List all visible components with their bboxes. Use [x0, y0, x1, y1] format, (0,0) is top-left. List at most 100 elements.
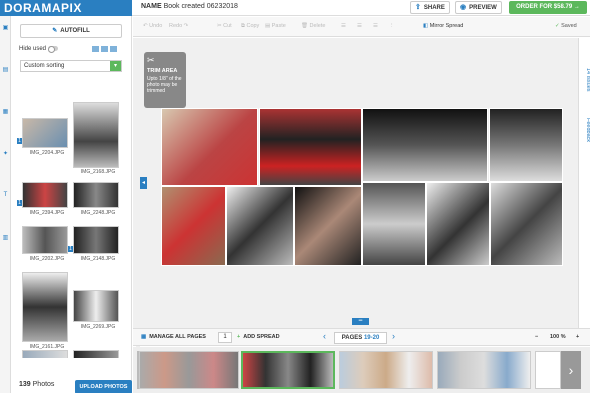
share-button[interactable]: ⇪ SHARE	[410, 1, 450, 14]
magic-wand-icon: ✎	[52, 28, 58, 34]
spread-photo[interactable]	[490, 182, 563, 266]
align-right-icon[interactable]: ☰	[373, 23, 378, 29]
eye-icon: ◉	[460, 4, 467, 11]
autofill-button[interactable]: ✎ AUTOFILL	[20, 24, 122, 38]
photo-image	[22, 226, 68, 254]
toggle-switch[interactable]	[48, 46, 59, 53]
photo-count: 139 Photos	[19, 381, 55, 388]
photo-filename: IMG_2202.JPG	[29, 256, 65, 262]
page-filmstrip: ‹ ›	[133, 347, 590, 393]
chevron-left-icon[interactable]: ‹	[323, 331, 326, 341]
spread-photo[interactable]	[161, 108, 258, 186]
spread-photo[interactable]	[489, 108, 563, 182]
chevron-right-icon[interactable]: ›	[392, 331, 395, 341]
resize-handle[interactable]: ═	[352, 318, 369, 325]
chevron-down-icon: ▾	[110, 61, 121, 71]
copy-button[interactable]: ⧉ Copy	[241, 23, 259, 30]
editor-toolbar: ↶ Undo Redo ↷ ✂ Cut ⧉ Copy ▤ Paste 🗑 Del…	[133, 17, 590, 37]
align-left-icon[interactable]: ☰	[341, 23, 346, 29]
chevron-left-icon[interactable]: ◂	[140, 177, 147, 189]
align-center-icon[interactable]: ☰	[357, 23, 362, 29]
photo-image	[22, 272, 68, 342]
page-thumbnail[interactable]	[535, 351, 561, 389]
manage-all-pages-button[interactable]: ▦ MANAGE ALL PAGES	[141, 334, 206, 340]
photo-image	[73, 226, 119, 254]
photo-image	[73, 350, 119, 358]
spread-photo[interactable]	[362, 108, 488, 182]
paste-button[interactable]: ▤ Paste	[265, 23, 286, 29]
feedback-tab[interactable]: Feedback	[579, 118, 590, 142]
upload-photos-button[interactable]: UPLOAD PHOTOS	[75, 380, 132, 393]
backgrounds-icon[interactable]: ▦	[0, 108, 11, 115]
saved-status: ✓ Saved	[555, 23, 577, 29]
sort-select[interactable]: Custom sorting ▾	[20, 60, 122, 72]
book-name[interactable]: NAME Book created 06232018	[141, 3, 238, 10]
scissors-icon: ✂	[147, 55, 155, 65]
grid-icon: ▦	[141, 334, 147, 340]
spread-photo[interactable]	[226, 186, 294, 266]
book-name-value[interactable]: Book created 06232018	[164, 3, 238, 10]
photo-image	[73, 182, 119, 208]
photo-thumbnail-list: 1 IMG_2204.JPG IMG_2168.JPG 1 IMG_2394.J…	[11, 78, 131, 358]
spread-photo[interactable]	[362, 182, 426, 266]
page-thumbnail-selected[interactable]	[241, 351, 335, 389]
hide-used-toggle[interactable]: Hide used	[19, 46, 59, 53]
small-grid-icon[interactable]	[101, 46, 108, 52]
spread-photo[interactable]	[259, 108, 362, 186]
text-icon[interactable]: T	[0, 192, 11, 198]
photo-filename: IMG_2168.JPG	[80, 169, 116, 175]
share-icon: ⇪	[415, 4, 421, 11]
layouts-icon[interactable]: ▤	[0, 66, 11, 73]
zoom-level: 100 %	[550, 334, 566, 340]
photos-icon[interactable]: ▣	[0, 24, 11, 31]
trim-area-tooltip: ✂ TRIM AREA Upto 1/8" of the photo may b…	[144, 52, 186, 108]
mirror-spread-button[interactable]: ◧ Mirror Spread	[423, 23, 463, 29]
page-thumbnail[interactable]	[139, 351, 239, 389]
undo-button[interactable]: ↶ Undo	[143, 23, 162, 29]
photo-filename: IMG_2248.JPG	[80, 210, 116, 216]
usage-count-badge: 1	[17, 200, 22, 206]
usage-count-badge: 1	[68, 246, 73, 252]
top-header: DORAMAPIX NAME Book created 06232018 ⇪ SH…	[0, 0, 590, 16]
book-name-label: NAME	[141, 3, 162, 10]
page-thumbnail[interactable]	[339, 351, 433, 389]
photo-image	[73, 102, 119, 168]
page-thumbnail[interactable]	[437, 351, 531, 389]
spread-photo[interactable]	[161, 186, 226, 266]
list-view-icon[interactable]	[110, 46, 117, 52]
stickers-icon[interactable]: ✦	[0, 150, 11, 157]
photo-image	[73, 290, 119, 322]
mirror-icon: ◧	[423, 23, 429, 29]
pages-indicator[interactable]: PAGES 19-20	[334, 332, 387, 344]
add-spread-button[interactable]: + ADD SPREAD	[237, 334, 280, 340]
photo-filename: IMG_2204.JPG	[29, 150, 65, 156]
photo-filename: IMG_2269.JPG	[80, 324, 116, 330]
photo-image	[22, 118, 68, 148]
view-mode-switcher	[92, 46, 119, 54]
zoom-out-button[interactable]: −	[535, 334, 538, 340]
delete-button[interactable]: 🗑 Delete	[301, 23, 325, 29]
left-icon-strip: ▣ ▤ ▦ ✦ T ▥	[0, 16, 11, 393]
right-side-tabs: 14 Issues Feedback	[578, 38, 590, 328]
books-icon[interactable]: ▥	[0, 234, 11, 241]
cut-button[interactable]: ✂ Cut	[217, 23, 232, 29]
photo-image	[22, 182, 68, 208]
plus-icon: +	[237, 334, 241, 340]
usage-count-badge: 1	[17, 138, 22, 144]
chevron-right-icon[interactable]: ›	[561, 351, 581, 389]
arrow-right-icon: →	[573, 4, 580, 10]
photos-panel: ✎ AUTOFILL Hide used Custom sorting ▾ 1 I…	[11, 16, 140, 393]
photo-filename: IMG_2148.JPG	[80, 256, 116, 262]
spread-photo[interactable]	[426, 182, 490, 266]
photo-filename: IMG_2394.JPG	[29, 210, 65, 216]
page-number-input[interactable]: 1	[218, 332, 232, 343]
preview-button[interactable]: ◉ PREVIEW	[455, 1, 502, 14]
spread-photo[interactable]	[294, 186, 362, 266]
order-button[interactable]: ORDER FOR $58.79 →	[509, 1, 587, 14]
redo-button[interactable]: Redo ↷	[169, 23, 188, 29]
zoom-in-button[interactable]: +	[576, 334, 579, 340]
app-logo[interactable]: DORAMAPIX	[0, 0, 132, 16]
issues-tab[interactable]: 14 Issues	[579, 68, 590, 92]
distribute-icon[interactable]: ⋮	[389, 23, 395, 29]
large-grid-icon[interactable]	[92, 46, 99, 52]
